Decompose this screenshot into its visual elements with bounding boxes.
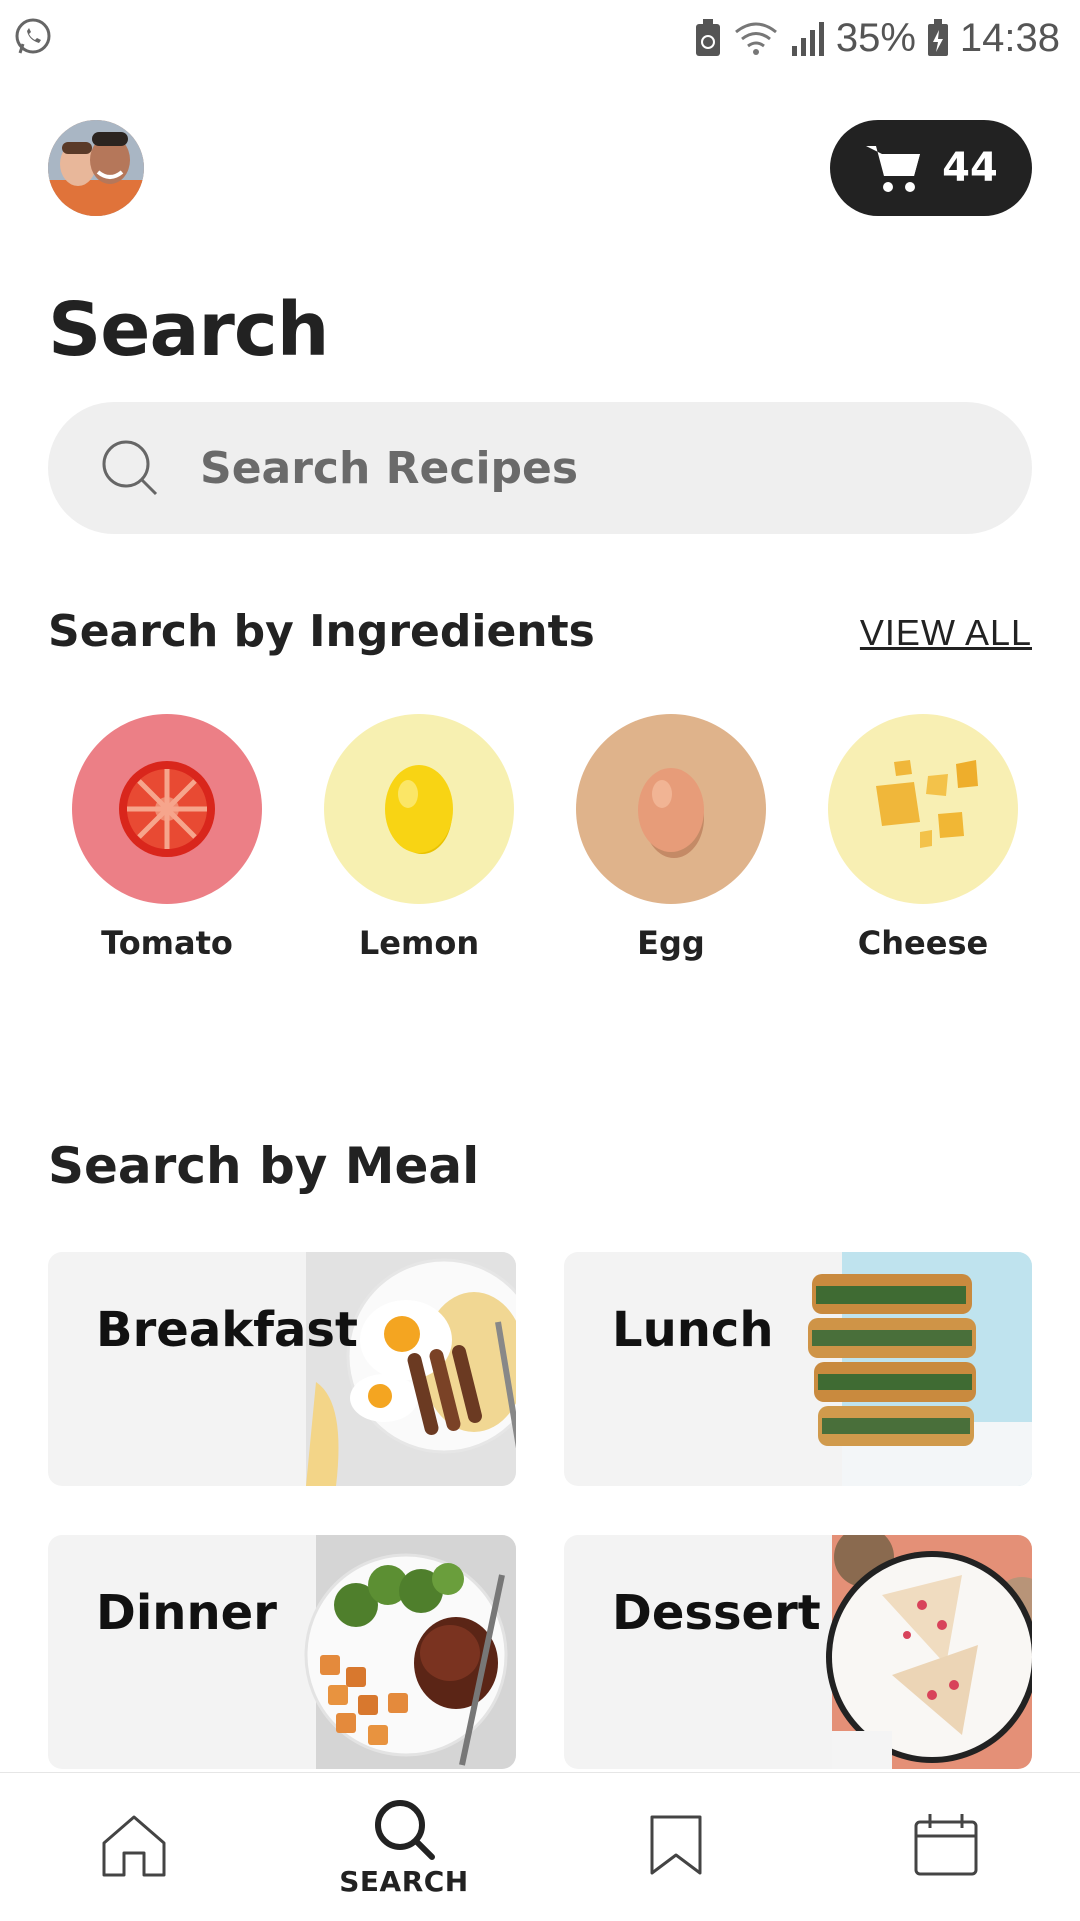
- meal-label: Dessert: [612, 1585, 821, 1641]
- wifi-icon: [734, 22, 777, 55]
- cart-icon: [866, 146, 921, 192]
- ingredient-egg[interactable]: Egg: [576, 714, 766, 962]
- lemon-image: [324, 714, 514, 904]
- breakfast-image: [216, 1252, 516, 1486]
- ingredient-cheese[interactable]: Cheese: [828, 714, 1018, 962]
- dessert-image: [732, 1535, 1032, 1769]
- nav-label: SEARCH: [339, 1864, 469, 1898]
- meal-label: Dinner: [96, 1585, 277, 1641]
- nav-home[interactable]: [34, 1773, 234, 1921]
- search-input[interactable]: [198, 441, 962, 495]
- ingredient-tomato[interactable]: Tomato: [72, 714, 262, 962]
- meal-section-title: Search by Meal: [48, 1137, 480, 1195]
- lunch-image: [732, 1252, 1032, 1486]
- ingredient-lemon[interactable]: Lemon: [324, 714, 514, 962]
- home-icon: [102, 1815, 166, 1877]
- search-icon: [102, 440, 158, 496]
- cheese-image: [828, 714, 1018, 904]
- status-bar: 35% 14:38: [0, 0, 1080, 76]
- ingredients-section-title: Search by Ingredients: [48, 606, 595, 657]
- meal-label: Lunch: [612, 1302, 774, 1358]
- meal-card-dessert[interactable]: Dessert: [564, 1535, 1032, 1769]
- page-title: Search: [48, 287, 329, 373]
- cart-count: 44: [942, 145, 998, 191]
- ingredient-label: Lemon: [358, 924, 480, 962]
- ingredient-label: Cheese: [857, 924, 989, 962]
- tomato-image: [72, 714, 262, 904]
- avatar[interactable]: [48, 120, 144, 216]
- bottom-nav: SEARCH: [0, 1772, 1080, 1921]
- meal-card-lunch[interactable]: Lunch: [564, 1252, 1032, 1486]
- nav-calendar[interactable]: [846, 1773, 1046, 1921]
- dinner-image: [216, 1535, 516, 1769]
- view-all-link[interactable]: VIEW ALL: [860, 612, 1032, 654]
- whatsapp-icon: [15, 18, 51, 54]
- ingredient-label: Egg: [637, 924, 705, 962]
- battery-percent: 35%: [835, 15, 916, 60]
- battery-icon: [927, 19, 948, 56]
- signal-icon: [791, 22, 824, 56]
- egg-image: [576, 714, 766, 904]
- battery-saver-icon: [695, 19, 720, 56]
- nav-bookmarks[interactable]: [576, 1773, 776, 1921]
- clock: 14:38: [959, 15, 1060, 60]
- ingredient-label: Tomato: [101, 924, 233, 962]
- bookmark-icon: [650, 1815, 702, 1875]
- meal-card-dinner[interactable]: Dinner: [48, 1535, 516, 1769]
- cart-button[interactable]: 44: [830, 120, 1032, 216]
- meal-card-breakfast[interactable]: Breakfast: [48, 1252, 516, 1486]
- calendar-icon: [914, 1814, 978, 1876]
- meal-label: Breakfast: [96, 1302, 358, 1358]
- nav-search[interactable]: SEARCH: [304, 1773, 504, 1921]
- search-bar[interactable]: [48, 402, 1032, 534]
- search-icon: [375, 1799, 435, 1860]
